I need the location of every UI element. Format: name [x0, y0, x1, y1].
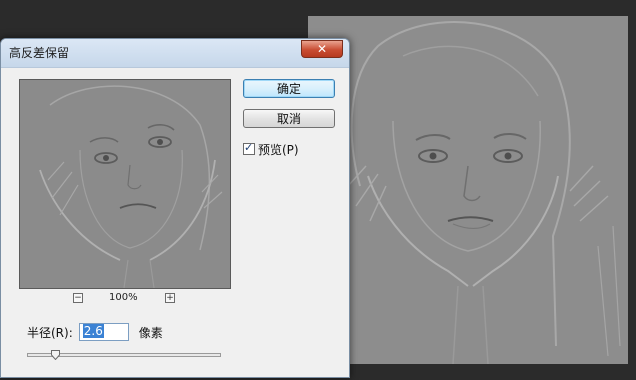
- dialog-title: 高反差保留: [9, 46, 70, 60]
- close-icon: ✕: [316, 42, 328, 56]
- preview-checkbox-label: 预览(P): [258, 142, 299, 157]
- radius-unit: 像素: [138, 325, 163, 340]
- high-pass-dialog: 高反差保留 ✕ − 100% + 确定 取消 ✓ 预览(P) 半径(R): 2.…: [0, 38, 350, 378]
- dialog-titlebar[interactable]: 高反差保留 ✕: [1, 39, 349, 68]
- plus-icon: +: [166, 293, 174, 303]
- slider-thumb[interactable]: [50, 350, 60, 360]
- zoom-controls: − 100% +: [73, 292, 177, 305]
- radius-input[interactable]: 2.6: [78, 323, 129, 341]
- preview-checkbox[interactable]: ✓ 预览(P): [243, 141, 299, 157]
- minus-icon: −: [74, 293, 82, 303]
- checkmark-icon: ✓: [244, 141, 254, 154]
- radius-slider[interactable]: [27, 350, 221, 360]
- canvas-photo: [308, 16, 628, 364]
- ok-button[interactable]: 确定: [243, 79, 335, 98]
- radius-row: 半径(R): 2.6 像素: [27, 321, 163, 343]
- preview-checkbox-box[interactable]: ✓: [243, 141, 255, 155]
- zoom-out-button[interactable]: −: [73, 293, 83, 303]
- radius-value: 2.6: [82, 324, 104, 338]
- zoom-in-button[interactable]: +: [165, 293, 175, 303]
- zoom-level: 100%: [109, 292, 138, 303]
- preview-image[interactable]: [19, 79, 231, 289]
- radius-label: 半径(R):: [27, 325, 73, 340]
- cancel-button[interactable]: 取消: [243, 109, 335, 128]
- close-button[interactable]: ✕: [301, 40, 343, 58]
